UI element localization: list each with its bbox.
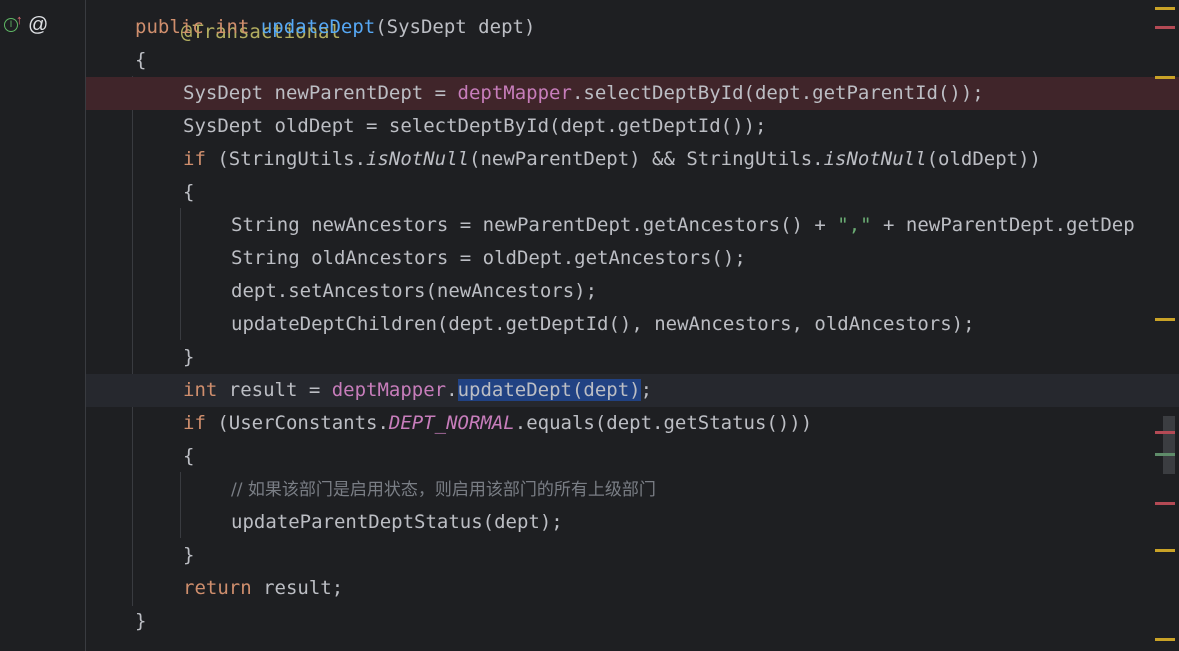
code-line: return result; [183,577,344,599]
code-line: String newAncestors = newParentDept.getA… [231,214,1135,236]
code-line: { [183,181,195,203]
code-line-open-brace: { [135,49,147,71]
error-marker[interactable] [1155,431,1175,434]
editor-gutter[interactable]: I ↑ @ [0,0,86,651]
warning-marker[interactable] [1155,76,1175,79]
code-editor[interactable]: @Transactional public int updateDept(Sys… [86,0,1179,651]
code-line: if (StringUtils.isNotNull(newParentDept)… [183,148,1041,170]
error-stripe[interactable] [1155,0,1179,651]
warning-marker[interactable] [1155,318,1175,321]
code-line: SysDept oldDept = selectDeptById(dept.ge… [183,115,767,137]
warning-marker[interactable] [1155,549,1175,552]
warning-marker[interactable] [1155,638,1175,641]
up-arrow-icon[interactable]: ↑ [16,12,23,27]
error-marker[interactable] [1155,26,1175,29]
code-line: } [183,346,195,368]
scrollbar-thumb[interactable] [1163,416,1175,474]
code-line-method-signature: public int updateDept(SysDept dept) [135,16,536,38]
change-marker[interactable] [1155,453,1175,456]
code-line-comment: // 如果该部门是启用状态，则启用该部门的所有上级部门 [231,480,656,500]
code-line-breakpoint[interactable]: SysDept newParentDept = deptMapper.selec… [86,77,1179,110]
code-line: updateDeptChildren(dept.getDeptId(), new… [231,313,975,335]
code-line: { [183,445,195,467]
at-icon[interactable]: @ [28,14,48,37]
code-line-close-brace: } [135,610,147,632]
code-line: String oldAncestors = oldDept.getAncesto… [231,247,746,269]
warning-marker[interactable] [1155,7,1175,10]
code-line: updateParentDeptStatus(dept); [231,511,563,533]
code-line: } [183,544,195,566]
selected-text[interactable]: updateDept(dept) [457,379,641,401]
code-line: if (UserConstants.DEPT_NORMAL.equals(dep… [183,412,813,434]
code-line: dept.setAncestors(newAncestors); [231,280,598,302]
code-line-current[interactable]: int result = deptMapper.updateDept(dept)… [86,374,1179,407]
error-marker[interactable] [1155,502,1175,505]
